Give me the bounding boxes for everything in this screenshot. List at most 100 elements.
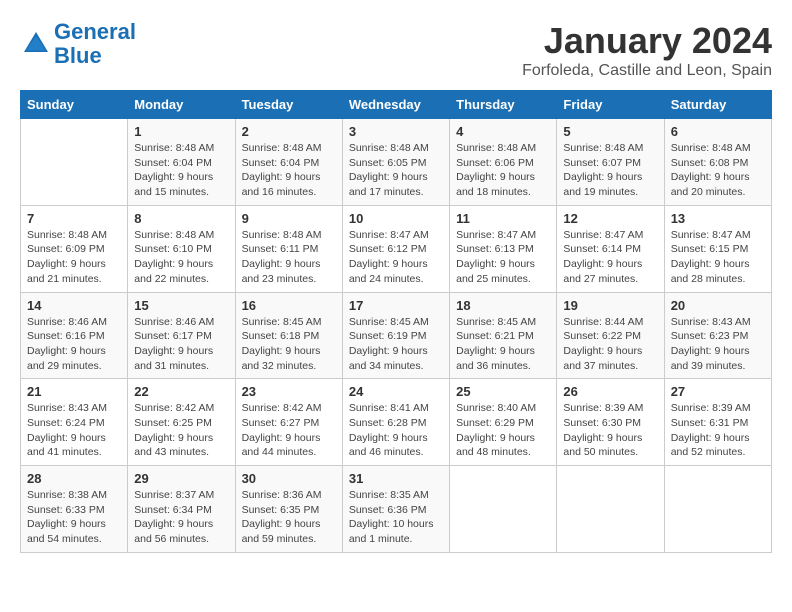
- day-number: 4: [456, 124, 550, 139]
- calendar-cell: 4 Sunrise: 8:48 AMSunset: 6:06 PMDayligh…: [450, 119, 557, 206]
- calendar-cell: 21 Sunrise: 8:43 AMSunset: 6:24 PMDaylig…: [21, 379, 128, 466]
- day-detail: Sunrise: 8:41 AMSunset: 6:28 PMDaylight:…: [349, 401, 443, 460]
- day-detail: Sunrise: 8:48 AMSunset: 6:11 PMDaylight:…: [242, 228, 336, 287]
- calendar-cell: 3 Sunrise: 8:48 AMSunset: 6:05 PMDayligh…: [342, 119, 449, 206]
- day-number: 26: [563, 384, 657, 399]
- day-number: 16: [242, 298, 336, 313]
- calendar-week-row: 7 Sunrise: 8:48 AMSunset: 6:09 PMDayligh…: [21, 205, 772, 292]
- day-number: 20: [671, 298, 765, 313]
- day-number: 5: [563, 124, 657, 139]
- day-detail: Sunrise: 8:48 AMSunset: 6:09 PMDaylight:…: [27, 228, 121, 287]
- day-detail: Sunrise: 8:39 AMSunset: 6:31 PMDaylight:…: [671, 401, 765, 460]
- day-number: 29: [134, 471, 228, 486]
- calendar-cell: 19 Sunrise: 8:44 AMSunset: 6:22 PMDaylig…: [557, 292, 664, 379]
- weekday-header-monday: Monday: [128, 91, 235, 119]
- day-detail: Sunrise: 8:44 AMSunset: 6:22 PMDaylight:…: [563, 315, 657, 374]
- day-detail: Sunrise: 8:48 AMSunset: 6:08 PMDaylight:…: [671, 141, 765, 200]
- calendar-cell: 25 Sunrise: 8:40 AMSunset: 6:29 PMDaylig…: [450, 379, 557, 466]
- day-number: 11: [456, 211, 550, 226]
- logo-icon: [20, 28, 52, 60]
- day-detail: Sunrise: 8:45 AMSunset: 6:19 PMDaylight:…: [349, 315, 443, 374]
- calendar-table: SundayMondayTuesdayWednesdayThursdayFrid…: [20, 90, 772, 553]
- weekday-header-friday: Friday: [557, 91, 664, 119]
- day-number: 7: [27, 211, 121, 226]
- calendar-cell: 24 Sunrise: 8:41 AMSunset: 6:28 PMDaylig…: [342, 379, 449, 466]
- day-detail: Sunrise: 8:37 AMSunset: 6:34 PMDaylight:…: [134, 488, 228, 547]
- day-detail: Sunrise: 8:35 AMSunset: 6:36 PMDaylight:…: [349, 488, 443, 547]
- day-detail: Sunrise: 8:47 AMSunset: 6:12 PMDaylight:…: [349, 228, 443, 287]
- day-detail: Sunrise: 8:47 AMSunset: 6:13 PMDaylight:…: [456, 228, 550, 287]
- day-number: 28: [27, 471, 121, 486]
- page-header: General Blue January 2024 Forfoleda, Cas…: [20, 20, 772, 80]
- day-number: 15: [134, 298, 228, 313]
- day-number: 22: [134, 384, 228, 399]
- calendar-cell: 16 Sunrise: 8:45 AMSunset: 6:18 PMDaylig…: [235, 292, 342, 379]
- calendar-cell: 11 Sunrise: 8:47 AMSunset: 6:13 PMDaylig…: [450, 205, 557, 292]
- day-number: 6: [671, 124, 765, 139]
- day-detail: Sunrise: 8:46 AMSunset: 6:16 PMDaylight:…: [27, 315, 121, 374]
- day-number: 3: [349, 124, 443, 139]
- calendar-cell: 2 Sunrise: 8:48 AMSunset: 6:04 PMDayligh…: [235, 119, 342, 206]
- day-detail: Sunrise: 8:48 AMSunset: 6:04 PMDaylight:…: [242, 141, 336, 200]
- day-detail: Sunrise: 8:43 AMSunset: 6:24 PMDaylight:…: [27, 401, 121, 460]
- day-number: 17: [349, 298, 443, 313]
- calendar-cell: 30 Sunrise: 8:36 AMSunset: 6:35 PMDaylig…: [235, 466, 342, 553]
- calendar-week-row: 1 Sunrise: 8:48 AMSunset: 6:04 PMDayligh…: [21, 119, 772, 206]
- weekday-header-tuesday: Tuesday: [235, 91, 342, 119]
- calendar-cell: 22 Sunrise: 8:42 AMSunset: 6:25 PMDaylig…: [128, 379, 235, 466]
- day-detail: Sunrise: 8:48 AMSunset: 6:05 PMDaylight:…: [349, 141, 443, 200]
- calendar-cell: 26 Sunrise: 8:39 AMSunset: 6:30 PMDaylig…: [557, 379, 664, 466]
- location-title: Forfoleda, Castille and Leon, Spain: [522, 62, 772, 80]
- weekday-header-sunday: Sunday: [21, 91, 128, 119]
- calendar-cell: 13 Sunrise: 8:47 AMSunset: 6:15 PMDaylig…: [664, 205, 771, 292]
- day-number: 24: [349, 384, 443, 399]
- calendar-week-row: 14 Sunrise: 8:46 AMSunset: 6:16 PMDaylig…: [21, 292, 772, 379]
- day-detail: Sunrise: 8:47 AMSunset: 6:14 PMDaylight:…: [563, 228, 657, 287]
- calendar-cell: 29 Sunrise: 8:37 AMSunset: 6:34 PMDaylig…: [128, 466, 235, 553]
- day-detail: Sunrise: 8:45 AMSunset: 6:21 PMDaylight:…: [456, 315, 550, 374]
- day-number: 23: [242, 384, 336, 399]
- calendar-cell: [21, 119, 128, 206]
- calendar-cell: 10 Sunrise: 8:47 AMSunset: 6:12 PMDaylig…: [342, 205, 449, 292]
- day-detail: Sunrise: 8:42 AMSunset: 6:27 PMDaylight:…: [242, 401, 336, 460]
- calendar-cell: 5 Sunrise: 8:48 AMSunset: 6:07 PMDayligh…: [557, 119, 664, 206]
- day-detail: Sunrise: 8:48 AMSunset: 6:07 PMDaylight:…: [563, 141, 657, 200]
- day-number: 12: [563, 211, 657, 226]
- day-number: 30: [242, 471, 336, 486]
- calendar-cell: 1 Sunrise: 8:48 AMSunset: 6:04 PMDayligh…: [128, 119, 235, 206]
- calendar-cell: 9 Sunrise: 8:48 AMSunset: 6:11 PMDayligh…: [235, 205, 342, 292]
- calendar-cell: 31 Sunrise: 8:35 AMSunset: 6:36 PMDaylig…: [342, 466, 449, 553]
- calendar-cell: [557, 466, 664, 553]
- day-number: 10: [349, 211, 443, 226]
- weekday-header-row: SundayMondayTuesdayWednesdayThursdayFrid…: [21, 91, 772, 119]
- day-detail: Sunrise: 8:47 AMSunset: 6:15 PMDaylight:…: [671, 228, 765, 287]
- calendar-cell: 17 Sunrise: 8:45 AMSunset: 6:19 PMDaylig…: [342, 292, 449, 379]
- day-detail: Sunrise: 8:48 AMSunset: 6:06 PMDaylight:…: [456, 141, 550, 200]
- day-number: 2: [242, 124, 336, 139]
- calendar-cell: 28 Sunrise: 8:38 AMSunset: 6:33 PMDaylig…: [21, 466, 128, 553]
- weekday-header-wednesday: Wednesday: [342, 91, 449, 119]
- logo-text: General Blue: [54, 20, 136, 68]
- day-number: 18: [456, 298, 550, 313]
- month-title: January 2024: [522, 20, 772, 62]
- day-detail: Sunrise: 8:48 AMSunset: 6:10 PMDaylight:…: [134, 228, 228, 287]
- day-detail: Sunrise: 8:46 AMSunset: 6:17 PMDaylight:…: [134, 315, 228, 374]
- day-detail: Sunrise: 8:40 AMSunset: 6:29 PMDaylight:…: [456, 401, 550, 460]
- calendar-week-row: 21 Sunrise: 8:43 AMSunset: 6:24 PMDaylig…: [21, 379, 772, 466]
- logo-line2: Blue: [54, 43, 102, 68]
- calendar-cell: 27 Sunrise: 8:39 AMSunset: 6:31 PMDaylig…: [664, 379, 771, 466]
- day-number: 25: [456, 384, 550, 399]
- day-detail: Sunrise: 8:48 AMSunset: 6:04 PMDaylight:…: [134, 141, 228, 200]
- day-detail: Sunrise: 8:38 AMSunset: 6:33 PMDaylight:…: [27, 488, 121, 547]
- logo: General Blue: [20, 20, 136, 68]
- day-number: 9: [242, 211, 336, 226]
- calendar-cell: 8 Sunrise: 8:48 AMSunset: 6:10 PMDayligh…: [128, 205, 235, 292]
- day-number: 27: [671, 384, 765, 399]
- calendar-cell: [450, 466, 557, 553]
- day-detail: Sunrise: 8:39 AMSunset: 6:30 PMDaylight:…: [563, 401, 657, 460]
- title-block: January 2024 Forfoleda, Castille and Leo…: [522, 20, 772, 80]
- calendar-cell: 14 Sunrise: 8:46 AMSunset: 6:16 PMDaylig…: [21, 292, 128, 379]
- calendar-cell: 18 Sunrise: 8:45 AMSunset: 6:21 PMDaylig…: [450, 292, 557, 379]
- weekday-header-thursday: Thursday: [450, 91, 557, 119]
- day-number: 31: [349, 471, 443, 486]
